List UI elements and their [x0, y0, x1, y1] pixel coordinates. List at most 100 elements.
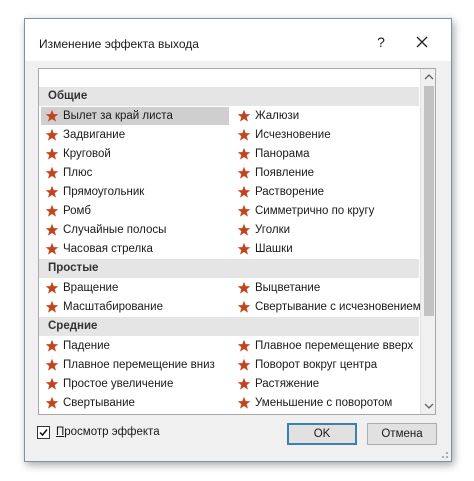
effect-item[interactable]: Исчезновение — [233, 126, 419, 144]
star-icon — [237, 300, 251, 314]
effect-label: Свертывание с исчезновением — [255, 301, 421, 313]
effect-item[interactable]: Плюс — [41, 164, 229, 182]
effect-item[interactable]: Шашки — [233, 240, 419, 258]
effect-item[interactable]: Масштабирование — [41, 298, 229, 316]
effect-label: Плюс — [63, 167, 93, 179]
star-icon — [237, 223, 251, 237]
close-icon — [416, 36, 428, 48]
effect-item[interactable]: Круговой — [41, 145, 229, 163]
star-icon — [45, 358, 59, 372]
star-icon — [45, 339, 59, 353]
star-icon — [45, 281, 59, 295]
effects-list: Общие Вылет за край листа Жалюзи Задвигание… — [39, 69, 421, 414]
effect-item[interactable]: Поворот вокруг центра — [233, 356, 419, 374]
effect-label: Масштабирование — [63, 301, 163, 313]
effect-label: Случайные полосы — [63, 224, 167, 236]
effect-item[interactable]: Свертывание — [41, 394, 229, 412]
effect-label: Плавное перемещение вниз — [63, 359, 215, 371]
chevron-up-icon — [424, 74, 434, 80]
effect-item[interactable]: Уголки — [233, 221, 419, 239]
exit-effect-dialog: Изменение эффекта выхода ? Общие Вылет за… — [24, 18, 452, 462]
effect-item[interactable]: Случайные полосы — [41, 221, 229, 239]
effect-label: Круговой — [63, 148, 111, 160]
ok-button[interactable]: OK — [287, 423, 357, 445]
star-icon — [45, 242, 59, 256]
effect-label: Исчезновение — [255, 129, 331, 141]
effect-item[interactable]: Простое увеличение — [41, 375, 229, 393]
preview-checkbox-row[interactable]: Просмотр эффекта — [37, 424, 160, 440]
effect-label: Вылет за край листа — [63, 110, 173, 122]
star-icon — [237, 147, 251, 161]
effects-listbox[interactable]: Общие Вылет за край листа Жалюзи Задвигание… — [38, 68, 436, 415]
scroll-down-button[interactable] — [421, 398, 435, 414]
effect-label: Часовая стрелка — [63, 243, 153, 255]
star-icon — [45, 396, 59, 410]
effect-item[interactable]: Вращение — [41, 279, 229, 297]
effect-label: Прямоугольник — [63, 186, 145, 198]
effect-label: Уменьшение с поворотом — [255, 397, 393, 409]
effect-label: Выцветание — [255, 282, 321, 294]
scrollbar-thumb[interactable] — [424, 86, 434, 316]
scrollbar[interactable] — [420, 69, 435, 414]
star-icon — [45, 300, 59, 314]
star-icon — [237, 109, 251, 123]
scroll-up-button[interactable] — [421, 69, 435, 85]
effect-item[interactable]: Свертывание с исчезновением — [233, 298, 421, 316]
close-button[interactable] — [411, 31, 433, 53]
effect-label: Задвигание — [63, 129, 126, 141]
effect-item[interactable]: Плавное перемещение вниз — [41, 356, 229, 374]
star-icon — [45, 128, 59, 142]
effect-label: Уголки — [255, 224, 291, 236]
group-header: Простые — [39, 259, 419, 278]
star-icon — [237, 339, 251, 353]
effect-label: Панорама — [255, 148, 310, 160]
chevron-down-icon — [424, 403, 434, 409]
star-icon — [237, 377, 251, 391]
effect-label: Свертывание — [63, 397, 135, 409]
star-icon — [45, 223, 59, 237]
effect-label: Падение — [63, 340, 110, 352]
help-button[interactable]: ? — [371, 31, 391, 53]
effect-label: Плавное перемещение вверх — [255, 340, 414, 352]
effect-label: Растяжение — [255, 378, 320, 390]
effect-item[interactable]: Часовая стрелка — [41, 240, 229, 258]
effect-item[interactable]: Уменьшение с поворотом — [233, 394, 419, 412]
effect-item[interactable]: Задвигание — [41, 126, 229, 144]
effect-label: Простое увеличение — [63, 378, 174, 390]
star-icon — [237, 128, 251, 142]
effect-label: Шашки — [255, 243, 293, 255]
star-icon — [237, 242, 251, 256]
effect-item[interactable]: Ромб — [41, 202, 229, 220]
checkmark-icon — [39, 428, 48, 436]
star-icon — [237, 204, 251, 218]
effect-item[interactable]: Растяжение — [233, 375, 419, 393]
star-icon — [45, 185, 59, 199]
effect-label: Поворот вокруг центра — [255, 359, 378, 371]
effect-label: Вращение — [63, 282, 119, 294]
effect-item[interactable]: Жалюзи — [233, 107, 419, 125]
star-icon — [45, 377, 59, 391]
effect-item[interactable]: Плавное перемещение вверх — [233, 337, 419, 355]
effect-item[interactable]: Падение — [41, 337, 229, 355]
preview-checkbox[interactable] — [37, 425, 50, 439]
effect-item[interactable]: Панорама — [233, 145, 419, 163]
effect-label: Растворение — [255, 186, 325, 198]
effect-item[interactable]: Прямоугольник — [41, 183, 229, 201]
star-icon — [237, 185, 251, 199]
star-icon — [45, 204, 59, 218]
star-icon — [45, 166, 59, 180]
cancel-button[interactable]: Отмена — [367, 423, 437, 445]
group-header: Общие — [39, 87, 419, 106]
effect-label: Ромб — [63, 205, 91, 217]
preview-label: Просмотр эффекта — [56, 426, 160, 438]
star-icon — [45, 109, 59, 123]
effect-item[interactable]: Симметрично по кругу — [233, 202, 419, 220]
star-icon — [237, 358, 251, 372]
effect-label: Жалюзи — [255, 110, 300, 122]
effect-item[interactable]: Растворение — [233, 183, 419, 201]
effect-item[interactable]: Центрифуга — [41, 413, 229, 414]
effect-item[interactable]: Выцветание — [233, 279, 419, 297]
resize-grip-icon[interactable] — [439, 449, 449, 459]
effect-item[interactable]: Вылет за край листа — [41, 107, 229, 125]
effect-item[interactable]: Появление — [233, 164, 419, 182]
